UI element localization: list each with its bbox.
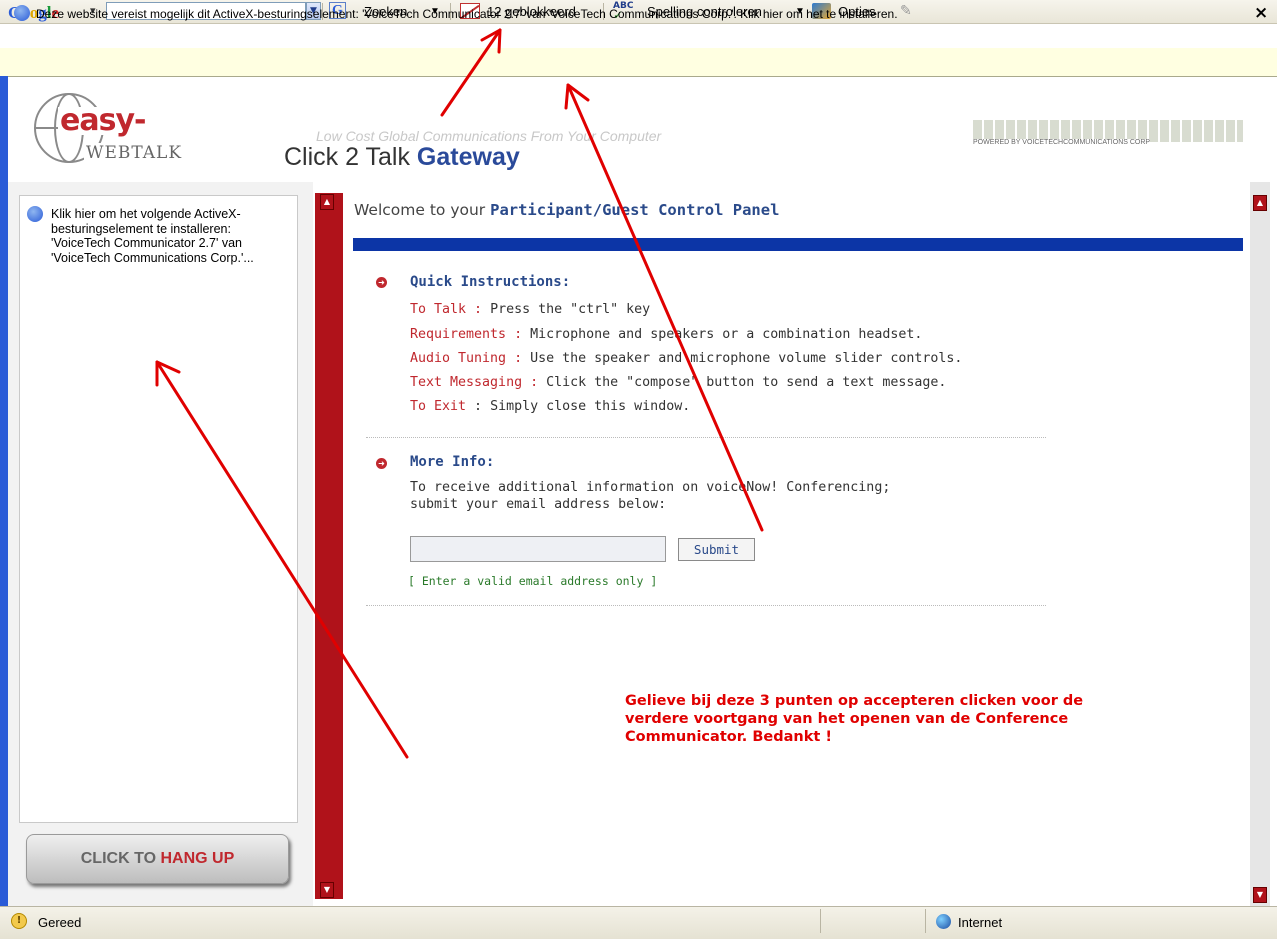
paperclip-icon[interactable]: ✎ (900, 3, 912, 19)
hang-up-button[interactable]: CLICK TO HANG UP (26, 834, 289, 884)
email-field[interactable] (410, 536, 666, 562)
annotation-note: Gelieve bij deze 3 punten op accepteren … (625, 693, 1084, 745)
instruction-text: Click the "compose" button to send a tex… (546, 375, 947, 390)
more-info-text: To receive additional information on voi… (410, 480, 891, 512)
instruction-line: To Exit : Simply close this window. (410, 399, 690, 414)
instruction-key: Requirements (410, 327, 507, 342)
arrow-bullet-icon: ➜ (376, 458, 387, 469)
instruction-line: Requirements : Microphone and speakers o… (410, 327, 922, 342)
shield-icon (27, 206, 43, 222)
instruction-sep: : (506, 351, 531, 366)
instruction-text: Press the "ctrl" key (490, 302, 651, 317)
welcome-bold: Participant/Guest Control Panel (490, 201, 780, 219)
logo-webtalk-text: WEBTALK (84, 143, 185, 163)
page-header: easy- WEBTALK Low Cost Global Communicat… (8, 77, 1270, 182)
dotted-divider (366, 605, 1046, 606)
activex-install-link[interactable]: Klik hier om het volgende ActiveX-bestur… (51, 207, 266, 265)
powered-by-text: POWERED BY VOICETECHCOMMUNICATIONS CORP (973, 139, 1151, 146)
instruction-text: Simply close this window. (490, 399, 691, 414)
quick-instructions-heading: Quick Instructions: (410, 274, 571, 290)
header-divider-bar (353, 238, 1243, 251)
instruction-key: Text Messaging (410, 375, 523, 390)
title-plain: Click 2 Talk (284, 143, 417, 171)
scroll-down-icon[interactable]: ▼ (320, 882, 334, 898)
statusbar-separator (925, 909, 926, 933)
infobar-message[interactable]: Deze website vereist mogelijk dit Active… (36, 7, 898, 21)
page-title: Click 2 Talk Gateway (284, 143, 520, 172)
hangup-emphasis: HANG UP (160, 850, 235, 867)
activex-infobar[interactable] (0, 48, 1277, 77)
instruction-line: Audio Tuning : Use the speaker and micro… (410, 351, 962, 366)
instruction-sep: : (506, 327, 531, 342)
welcome-plain: Welcome to your (354, 201, 491, 219)
instruction-key: To Exit (410, 399, 467, 414)
logo-easy-text: easy- (58, 103, 148, 138)
status-bar (0, 906, 1277, 939)
warning-icon[interactable]: ! (11, 913, 27, 929)
activex-placeholder-box[interactable] (19, 195, 298, 823)
arrow-bullet-icon: ➜ (376, 277, 387, 288)
tagline: Low Cost Global Communications From Your… (316, 128, 662, 144)
instruction-sep: : (466, 399, 491, 414)
instruction-line: To Talk : Press the "ctrl" key (410, 302, 650, 317)
instruction-sep: : (522, 375, 547, 390)
window-border (0, 76, 8, 906)
instruction-key: To Talk (410, 302, 467, 317)
instruction-sep: : (466, 302, 491, 317)
statusbar-separator (820, 909, 821, 933)
instruction-key: Audio Tuning (410, 351, 507, 366)
scroll-down-icon[interactable]: ▼ (1253, 887, 1267, 903)
welcome-heading: Welcome to your Participant/Guest Contro… (354, 201, 779, 219)
scroll-up-icon[interactable]: ▲ (320, 194, 334, 210)
title-bold: Gateway (416, 143, 520, 171)
left-scrollbar[interactable] (315, 193, 343, 899)
status-text: Gereed (38, 915, 82, 930)
scroll-up-icon[interactable]: ▲ (1253, 195, 1267, 211)
right-scrollbar[interactable] (1250, 182, 1270, 906)
submit-button[interactable]: Submit (678, 538, 755, 561)
more-info-heading: More Info: (410, 454, 495, 470)
close-icon[interactable]: × (1254, 3, 1268, 23)
internet-zone-icon (936, 914, 951, 929)
shield-icon (14, 5, 30, 21)
dotted-divider (366, 437, 1046, 438)
instruction-text: Microphone and speakers or a combination… (530, 327, 923, 342)
instruction-text: Use the speaker and microphone volume sl… (530, 351, 963, 366)
instruction-line: Text Messaging : Click the "compose" but… (410, 375, 946, 390)
email-hint: [ Enter a valid email address only ] (408, 574, 658, 588)
security-zone-label: Internet (958, 915, 1003, 930)
hangup-prefix: CLICK TO (80, 850, 161, 867)
